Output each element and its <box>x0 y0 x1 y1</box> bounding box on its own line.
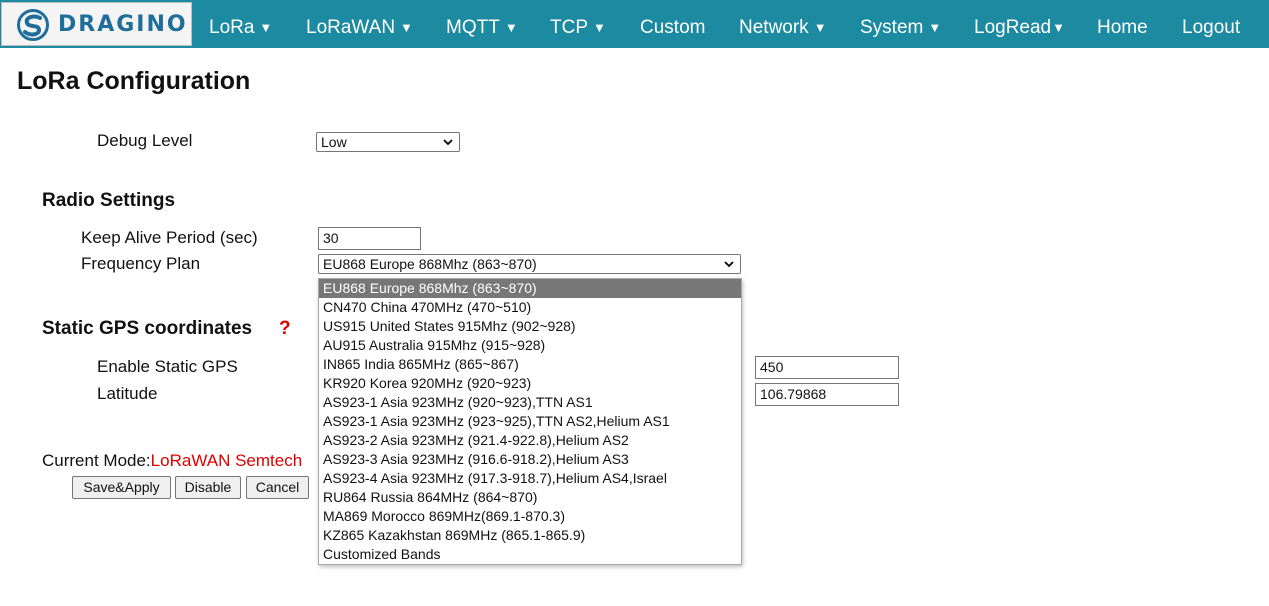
nav-label: LoRa <box>209 17 255 38</box>
freq-option[interactable]: AS923-4 Asia 923MHz (917.3-918.7),Helium… <box>319 469 741 488</box>
nav-label: MQTT <box>446 17 500 38</box>
freq-option[interactable]: AS923-1 Asia 923MHz (923~925),TTN AS2,He… <box>319 412 741 431</box>
latitude-label: Latitude <box>97 384 158 403</box>
top-navbar: DRAGINO LoRa ▼ LoRaWAN ▼ MQTT ▼ TCP ▼ Custom… <box>0 0 1269 48</box>
caret-down-icon: ▼ <box>928 20 942 35</box>
freq-option[interactable]: AS923-1 Asia 923MHz (920~923),TTN AS1 <box>319 393 741 412</box>
nav-home[interactable]: Home <box>1097 0 1148 48</box>
freq-option[interactable]: IN865 India 865MHz (865~867) <box>319 355 741 374</box>
current-mode: Current Mode:LoRaWAN Semtech <box>42 450 302 472</box>
freq-option[interactable]: EU868 Europe 868Mhz (863~870) <box>319 279 741 298</box>
frequency-plan-value: EU868 Europe 868Mhz (863~870) <box>323 256 537 272</box>
debug-level-value: Low <box>321 134 347 150</box>
nav-label: LogRead <box>974 17 1052 38</box>
frequency-plan-label: Frequency Plan <box>81 254 201 273</box>
freq-option[interactable]: RU864 Russia 864MHz (864~870) <box>319 488 741 507</box>
nav-tcp[interactable]: TCP ▼ <box>550 0 606 48</box>
freq-option[interactable]: MA869 Morocco 869MHz(869.1-870.3) <box>319 507 741 526</box>
nav-system[interactable]: System ▼ <box>860 0 941 48</box>
nav-label: TCP <box>550 17 588 38</box>
caret-down-icon: ▼ <box>593 20 606 35</box>
frequency-plan-dropdown-list: EU868 Europe 868Mhz (863~870) CN470 Chin… <box>318 278 742 565</box>
keep-alive-label: Keep Alive Period (sec) <box>81 228 258 247</box>
chevron-down-icon <box>724 261 734 268</box>
nav-logout[interactable]: Logout <box>1182 0 1240 48</box>
freq-option[interactable]: KR920 Korea 920MHz (920~923) <box>319 374 741 393</box>
nav-label: Home <box>1097 17 1148 38</box>
page-title: LoRa Configuration <box>17 67 251 95</box>
freq-option[interactable]: Customized Bands <box>319 545 741 564</box>
caret-down-icon: ▼ <box>1052 20 1065 35</box>
caret-down-icon: ▼ <box>259 20 273 35</box>
nav-label: Network <box>739 17 809 38</box>
caret-down-icon: ▼ <box>504 20 518 35</box>
caret-down-icon: ▼ <box>813 20 827 35</box>
freq-option[interactable]: AS923-3 Asia 923MHz (916.6-918.2),Helium… <box>319 450 741 469</box>
keep-alive-input[interactable]: 30 <box>318 227 421 250</box>
nav-custom[interactable]: Custom <box>640 0 705 48</box>
save-apply-button[interactable]: Save&Apply <box>72 476 171 499</box>
enable-static-gps-label: Enable Static GPS <box>97 357 238 376</box>
nav-label: Custom <box>640 17 706 38</box>
current-mode-value: LoRaWAN Semtech <box>150 451 303 470</box>
dragino-logo-icon <box>17 9 49 41</box>
nav-logread[interactable]: LogRead▼ <box>974 0 1065 48</box>
longitude-input[interactable]: 106.79868 <box>755 383 899 406</box>
debug-level-select[interactable]: Low <box>316 132 460 152</box>
freq-option[interactable]: AS923-2 Asia 923MHz (921.4-922.8),Helium… <box>319 431 741 450</box>
altitude-input[interactable]: 450 <box>755 356 899 379</box>
cancel-button[interactable]: Cancel <box>246 476 309 499</box>
nav-network[interactable]: Network ▼ <box>739 0 827 48</box>
frequency-plan-select[interactable]: EU868 Europe 868Mhz (863~870) <box>318 254 741 274</box>
nav-lorawan[interactable]: LoRaWAN ▼ <box>306 0 413 48</box>
help-icon[interactable]: ? <box>279 318 291 340</box>
disable-button[interactable]: Disable <box>175 476 241 499</box>
radio-settings-title: Radio Settings <box>42 190 176 211</box>
nav-label: Logout <box>1182 17 1241 38</box>
nav-label: LoRaWAN <box>306 17 396 38</box>
caret-down-icon: ▼ <box>400 20 413 35</box>
current-mode-label: Current Mode: <box>42 451 151 470</box>
nav-label: System <box>860 17 924 38</box>
nav-mqtt[interactable]: MQTT ▼ <box>446 0 518 48</box>
static-gps-title: Static GPS coordinates <box>42 318 253 339</box>
debug-level-label: Debug Level <box>97 131 193 150</box>
freq-option[interactable]: US915 United States 915Mhz (902~928) <box>319 317 741 336</box>
nav-lora[interactable]: LoRa ▼ <box>209 0 272 48</box>
brand-name: DRAGINO <box>58 12 188 37</box>
freq-option[interactable]: CN470 China 470MHz (470~510) <box>319 298 741 317</box>
chevron-down-icon <box>443 139 453 146</box>
freq-option[interactable]: KZ865 Kazakhstan 869MHz (865.1-865.9) <box>319 526 741 545</box>
dragino-logo[interactable]: DRAGINO <box>1 2 192 46</box>
freq-option[interactable]: AU915 Australia 915Mhz (915~928) <box>319 336 741 355</box>
